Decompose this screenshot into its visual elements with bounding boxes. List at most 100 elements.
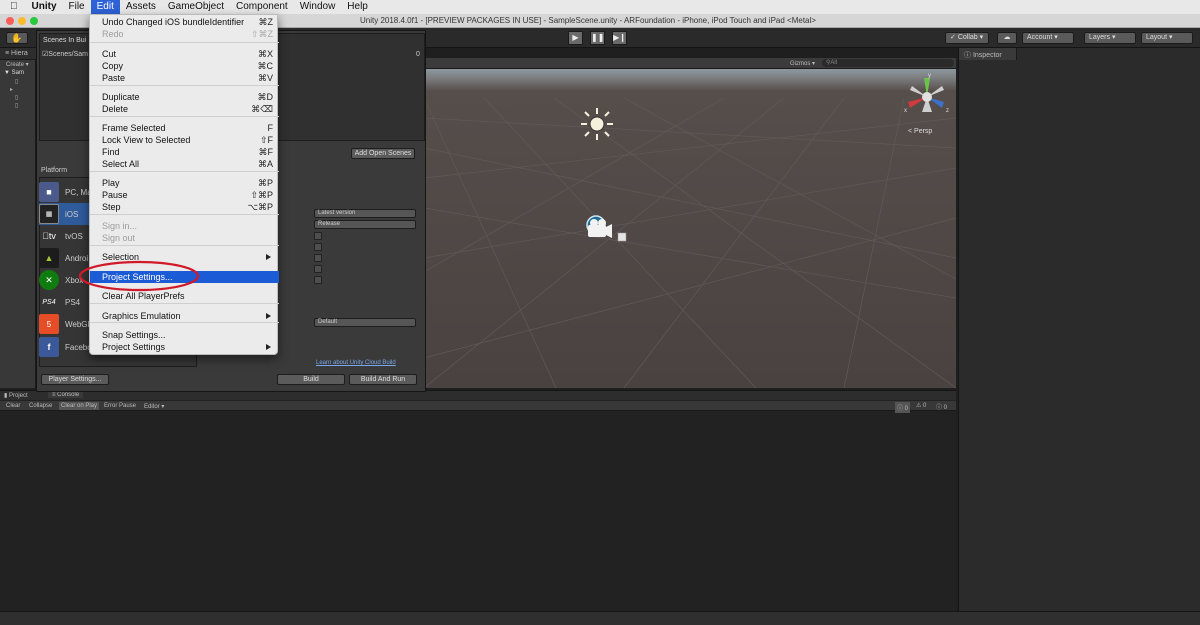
menu-component[interactable]: Component <box>230 0 294 14</box>
menu-item-label: Undo Changed iOS bundleIdentifier <box>102 17 245 27</box>
hand-tool-icon[interactable]: ✋ <box>6 32 28 44</box>
xcode-version-dropdown[interactable]: Latest version <box>314 209 416 218</box>
gameobject-icon[interactable]: ▯ <box>15 102 18 109</box>
menu-item-label: Frame Selected <box>102 123 166 133</box>
close-window-icon[interactable] <box>6 17 14 25</box>
menu-separator <box>90 303 279 304</box>
player-settings-button[interactable]: Player Settings... <box>41 374 109 385</box>
clear-on-play-toggle[interactable]: Clear on Play <box>59 402 100 410</box>
menu-item-select-all[interactable]: Select All ⌘A <box>90 158 279 170</box>
directional-light-icon[interactable] <box>579 106 615 142</box>
menu-help[interactable]: Help <box>341 0 374 14</box>
scene-orientation-gizmo[interactable]: y x z <box>902 72 952 122</box>
checkbox[interactable] <box>314 254 322 262</box>
menu-item-snap-settings[interactable]: Snap Settings... <box>90 329 279 341</box>
facebook-icon: f <box>39 337 59 357</box>
minimize-window-icon[interactable] <box>18 17 26 25</box>
cloud-icon[interactable]: ☁ <box>997 32 1017 44</box>
menu-file[interactable]: File <box>63 0 91 14</box>
zoom-window-icon[interactable] <box>30 17 38 25</box>
menu-item-label: Cut <box>102 49 117 59</box>
compression-dropdown[interactable]: Default <box>314 318 416 327</box>
hierarchy-panel: ≡ Hiera Create ▾ ▼ Sam ▯ ▸ ▯ ▯ <box>0 48 36 388</box>
scene-index: 0 <box>416 51 420 58</box>
gameobject-icon[interactable]: ▯ <box>15 94 18 101</box>
build-button[interactable]: Build <box>277 374 345 385</box>
menu-item-step[interactable]: Step ⌥⌘P <box>90 201 279 213</box>
checkbox[interactable] <box>314 243 322 251</box>
warning-count[interactable]: ⚠ 0 <box>916 402 926 409</box>
scene-search-input[interactable]: ⚲All <box>822 59 954 67</box>
cloud-build-link[interactable]: Learn about Unity Cloud Build <box>316 360 396 366</box>
ios-icon: ▦ <box>39 204 59 224</box>
menu-item-cut[interactable]: Cut ⌘X <box>90 48 279 60</box>
submenu-arrow-icon <box>266 344 271 350</box>
edit-menu-dropdown: Undo Changed iOS bundleIdentifier ⌘Z Redo ⇧… <box>89 14 279 355</box>
menu-item-play[interactable]: Play ⌘P <box>90 177 279 189</box>
play-icon[interactable]: ▶ <box>568 31 583 45</box>
menu-unity[interactable]: Unity <box>26 0 63 14</box>
info-count[interactable]: ⓘ 0 <box>895 402 911 413</box>
scene-view[interactable]: Gizmos ▾ ⚲All y x z < Persp <box>424 58 956 388</box>
project-tab[interactable]: ▮ Project <box>4 392 28 399</box>
clear-button[interactable]: Clear <box>6 403 20 409</box>
gizmos-dropdown[interactable]: Gizmos ▾ <box>790 60 815 67</box>
build-and-run-button[interactable]: Build And Run <box>349 374 417 385</box>
window-title: Unity 2018.4.0f1 - [PREVIEW PACKAGES IN … <box>360 16 816 25</box>
collapse-button[interactable]: Collapse <box>29 403 52 409</box>
menu-item-shortcut: ⇧⌘Z <box>250 29 273 39</box>
menu-item-lock-view-to-selected[interactable]: Lock View to Selected ⇧F <box>90 134 279 146</box>
menu-item-label: Redo <box>102 29 124 39</box>
menu-item-shortcut: ⌘D <box>257 92 274 102</box>
menu-edit[interactable]: Edit <box>90 0 120 14</box>
menu-item-project-settings[interactable]: Project Settings <box>90 341 279 353</box>
editor-dropdown[interactable]: Editor ▾ <box>144 403 164 410</box>
scene-root-item[interactable]: ▼ Sam <box>4 70 24 76</box>
menu-item-pause[interactable]: Pause ⇧⌘P <box>90 189 279 201</box>
layers-dropdown[interactable]: Layers ▾ <box>1084 32 1136 44</box>
menu-item-label: Select All <box>102 159 140 169</box>
create-dropdown[interactable]: Create ▾ <box>6 61 29 68</box>
menu-item-duplicate[interactable]: Duplicate ⌘D <box>90 91 279 103</box>
menu-item-undo-changed-ios-bundleidentifier[interactable]: Undo Changed iOS bundleIdentifier ⌘Z <box>90 16 279 28</box>
menu-separator <box>90 85 279 86</box>
scene-grid <box>424 58 956 388</box>
console-panel: ▮ Project ≡ Console Clear Collapse Clear… <box>0 390 956 611</box>
hierarchy-tab[interactable]: ≡ Hiera <box>5 50 28 57</box>
account-dropdown[interactable]: Account ▾ <box>1022 32 1074 44</box>
error-pause-button[interactable]: Error Pause <box>104 403 136 409</box>
inspector-tab[interactable]: ⓘ Inspector <box>964 50 1002 60</box>
menu-item-frame-selected[interactable]: Frame Selected F <box>90 122 279 134</box>
pause-icon[interactable]: ❚❚ <box>590 31 605 45</box>
menu-item-paste[interactable]: Paste ⌘V <box>90 72 279 84</box>
scene-entry[interactable]: ☑Scenes/Sam <box>42 50 88 58</box>
run-config-dropdown[interactable]: Release <box>314 220 416 229</box>
gameobject-icon[interactable]: ▯ <box>15 78 18 85</box>
add-open-scenes-button[interactable]: Add Open Scenes <box>351 148 415 159</box>
menu-item-find[interactable]: Find ⌘F <box>90 146 279 158</box>
apple-menu-icon[interactable]:  <box>0 0 26 14</box>
menu-item-graphics-emulation[interactable]: Graphics Emulation <box>90 310 279 322</box>
console-tab[interactable]: ≡ Console <box>48 392 84 398</box>
checkbox[interactable] <box>314 265 322 273</box>
menu-item-shortcut: ⌥⌘P <box>247 202 273 212</box>
xbox-icon: ✕ <box>39 270 59 290</box>
checkbox[interactable] <box>314 232 322 240</box>
collab-button[interactable]: ✓ Collab ▾ <box>945 32 989 44</box>
checkbox[interactable] <box>314 276 322 284</box>
expand-arrow-icon[interactable]: ▸ <box>10 86 13 93</box>
camera-gizmo-icon[interactable] <box>582 213 632 245</box>
persp-label[interactable]: < Persp <box>908 128 932 135</box>
step-icon[interactable]: ▶❙ <box>612 31 627 45</box>
webgl-icon: 5 <box>39 314 59 334</box>
menu-gameobject[interactable]: GameObject <box>162 0 230 14</box>
menu-item-copy[interactable]: Copy ⌘C <box>90 60 279 72</box>
menu-window[interactable]: Window <box>294 0 342 14</box>
layout-dropdown[interactable]: Layout ▾ <box>1141 32 1193 44</box>
menu-item-shortcut: ⌘P <box>257 178 273 188</box>
annotation-circle <box>78 260 200 292</box>
menu-item-delete[interactable]: Delete ⌘⌫ <box>90 103 279 115</box>
menu-assets[interactable]: Assets <box>120 0 162 14</box>
error-count[interactable]: ⓘ 0 <box>936 402 947 411</box>
ps4-icon: PS4 <box>42 298 56 306</box>
